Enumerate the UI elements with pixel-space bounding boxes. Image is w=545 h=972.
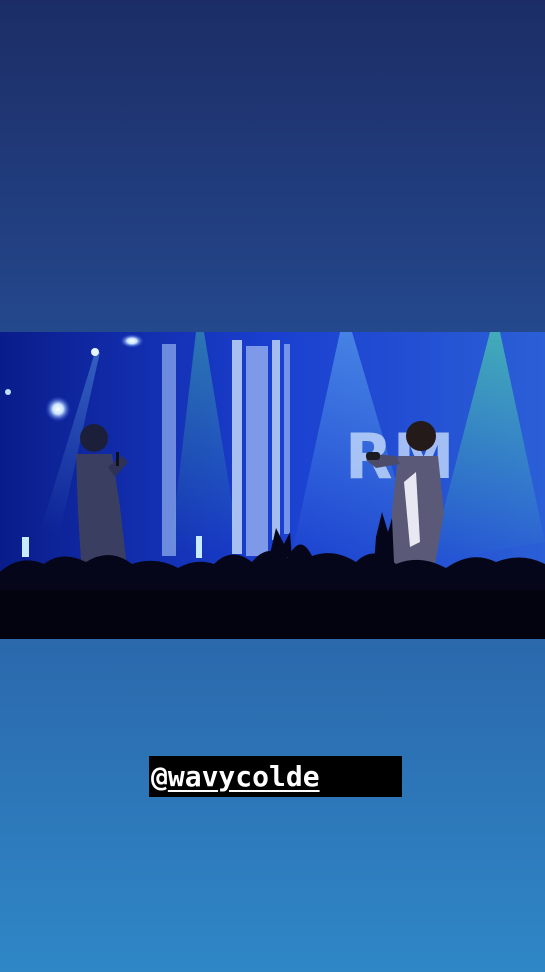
concert-photo: RM [0,332,545,639]
mention-at-symbol: @ [151,759,168,793]
mention-sticker[interactable]: @ wavycolde [149,756,402,797]
mention-username-link[interactable]: wavycolde [168,762,320,791]
story-media[interactable]: RM [0,332,545,639]
